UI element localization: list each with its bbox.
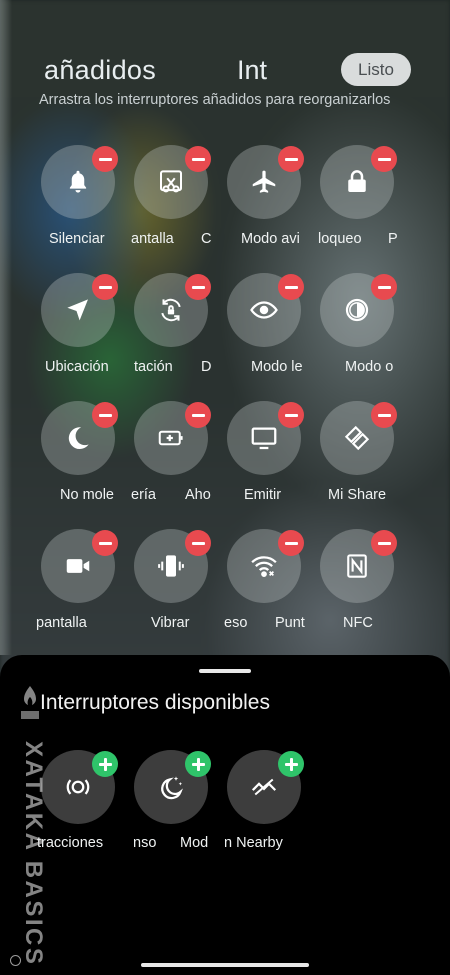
remove-badge[interactable] [92,402,118,428]
tile-label: tación [134,359,173,375]
tile-label: Modo avi [241,231,300,247]
tile-label: C [201,231,212,247]
nearby-share-icon [251,778,277,796]
eye-icon [250,301,278,319]
rotation-lock-icon [161,298,181,322]
remove-badge[interactable] [185,274,211,300]
remove-badge[interactable] [185,402,211,428]
tile-label: Silenciar [49,231,105,247]
hotspot-icon [251,556,277,578]
remove-badge[interactable] [185,146,211,172]
tile-label: eso [224,615,248,631]
remove-badge[interactable] [278,530,304,556]
watermark-dot [10,955,21,966]
remove-badge[interactable] [278,274,304,300]
watermark-text: XATAKA BASICS [20,741,47,967]
tile-label: antalla [131,231,174,247]
home-indicator[interactable] [141,963,309,967]
remove-badge[interactable] [92,274,118,300]
bell-icon [69,170,87,193]
contrast-icon [345,298,369,322]
tile-label: Punt [275,615,305,631]
tab-int[interactable]: Int [237,55,267,86]
tile-label: Ubicación [45,359,109,375]
tile-label: Emitir [244,487,282,503]
video-icon [66,559,90,573]
tile-label: Mi Share [328,487,387,503]
moon-icon [68,427,89,450]
tile-label: nso [133,835,157,851]
cast-icon [251,427,277,450]
xataka-logo-icon [21,686,39,719]
remove-badge[interactable] [92,146,118,172]
airplane-icon [252,170,276,193]
screenshot-icon [160,170,182,193]
tile-label: n Nearby [224,835,283,851]
tile-label: D [201,359,212,375]
sleep-icon [161,776,183,800]
tile-label: Vibrar [151,615,190,631]
add-badge[interactable] [185,751,211,777]
remove-badge[interactable] [371,402,397,428]
battery-saver-icon [158,430,183,446]
add-badge[interactable] [92,751,118,777]
tile-label: Mod [180,835,209,851]
header: añadidos Int Listo Arrastra los interrup… [0,0,450,130]
remove-badge[interactable] [278,402,304,428]
watermark: XATAKA BASICS [13,685,47,966]
tile-label: Aho [185,487,211,503]
remove-badge[interactable] [371,146,397,172]
subtitle: Arrastra los interruptores añadidos para… [39,92,391,108]
nfc-icon [347,554,367,578]
done-button[interactable]: Listo [341,53,411,86]
tile-label: Modo o [345,359,394,375]
tile-label: ería [131,487,156,503]
remove-badge[interactable] [278,146,304,172]
remove-badge[interactable] [371,530,397,556]
tile-label: loqueo [318,231,362,247]
location-icon [67,299,88,321]
mi-share-icon [344,425,370,451]
panel-title: Interruptores disponibles [40,691,270,714]
focus-icon [66,779,90,795]
vibrate-icon [158,555,184,577]
drag-handle[interactable] [199,669,251,673]
tile-label: Modo le [251,359,303,375]
add-badge[interactable] [278,751,304,777]
tab-added[interactable]: añadidos [44,55,156,86]
tile-label: NFC [343,615,373,631]
tile-label: P [388,231,398,247]
lock-icon [348,170,366,192]
remove-badge[interactable] [185,530,211,556]
tile-label: pantalla [36,615,87,631]
remove-badge[interactable] [92,530,118,556]
tile-label: No mole [60,487,114,503]
remove-badge[interactable] [371,274,397,300]
